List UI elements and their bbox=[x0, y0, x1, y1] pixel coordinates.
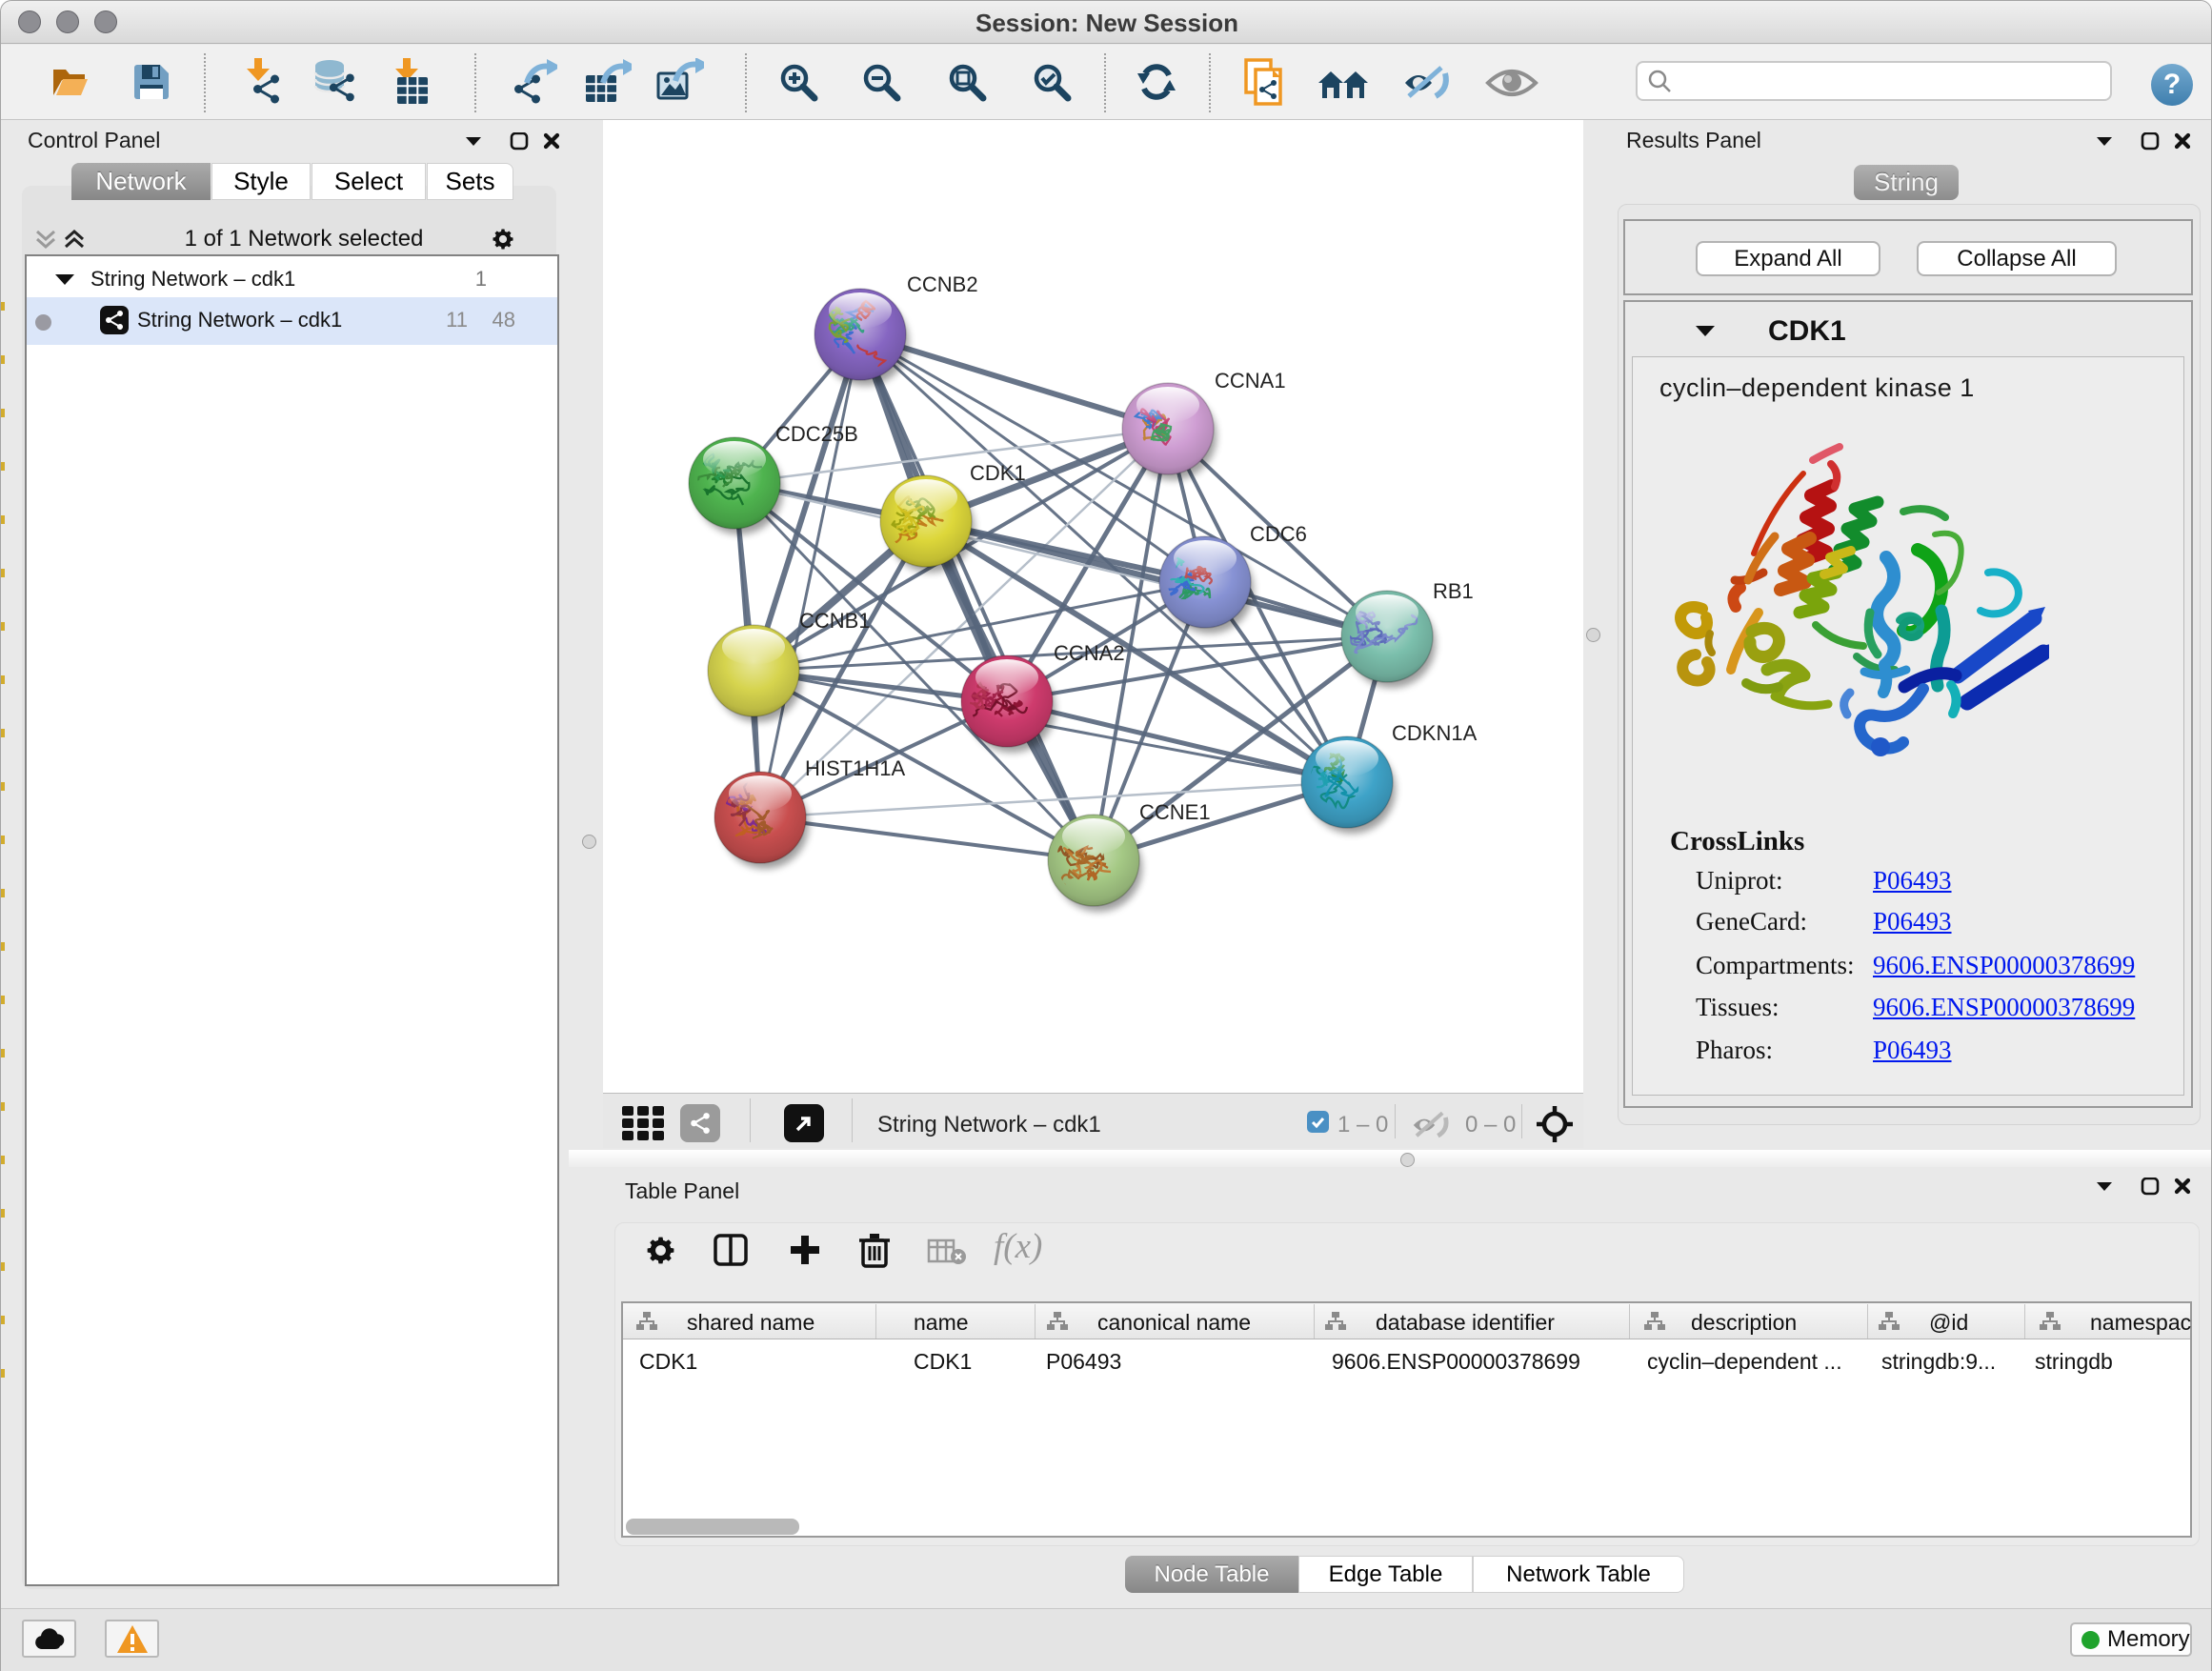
svg-text:CCNA1: CCNA1 bbox=[1215, 369, 1286, 393]
svg-text:CDC6: CDC6 bbox=[1250, 522, 1307, 546]
svg-text:CDC25B: CDC25B bbox=[775, 422, 858, 446]
svg-text:RB1: RB1 bbox=[1433, 579, 1474, 603]
svg-text:CDK1: CDK1 bbox=[970, 461, 1026, 485]
svg-text:CCNB1: CCNB1 bbox=[799, 609, 871, 633]
svg-text:CDKN1A: CDKN1A bbox=[1392, 721, 1478, 745]
svg-text:HIST1H1A: HIST1H1A bbox=[805, 756, 905, 780]
svg-text:CCNA2: CCNA2 bbox=[1054, 641, 1125, 665]
svg-text:CCNB2: CCNB2 bbox=[907, 272, 978, 296]
svg-text:CCNE1: CCNE1 bbox=[1139, 800, 1211, 824]
